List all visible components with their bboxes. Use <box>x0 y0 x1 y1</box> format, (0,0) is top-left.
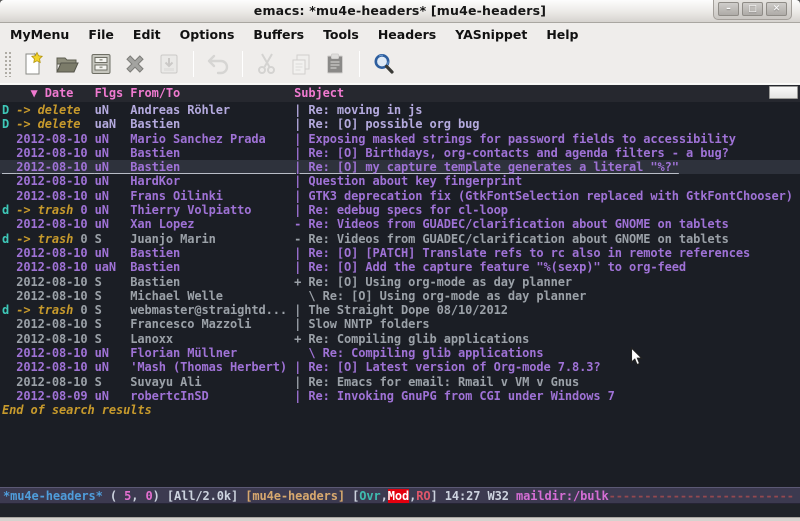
message-list: D -> delete uN Andreas Röhler | Re: movi… <box>0 103 800 403</box>
modeline-segment: RO <box>416 489 430 503</box>
save-as-icon <box>156 51 182 77</box>
message-row[interactable]: 2012-08-10 uN Mario Sanchez Prada | Expo… <box>0 132 800 146</box>
save-icon <box>88 51 114 77</box>
end-of-search-results: End of search results <box>0 403 800 417</box>
toolbar-buttons <box>16 49 401 79</box>
message-row[interactable]: 2012-08-09 uN robertcInSD | Re: Invoking… <box>0 389 800 403</box>
paste-button <box>320 49 350 79</box>
paste-icon <box>322 51 348 77</box>
message-row[interactable]: 2012-08-10 uN 'Mash (Thomas Herbert) | R… <box>0 360 800 374</box>
new-file-button[interactable] <box>18 49 48 79</box>
message-row[interactable]: 2012-08-10 uN Xan Lopez - Re: Videos fro… <box>0 217 800 231</box>
message-row[interactable]: 2012-08-10 uN Florian Müllner \ Re: Comp… <box>0 346 800 360</box>
emacs-buffer-area: ▼ Date Flgs From/To Subject D -> delete … <box>0 84 800 517</box>
modeline-segment: , <box>381 489 388 503</box>
maximize-button[interactable]: □ <box>742 2 763 16</box>
close-button[interactable]: ✕ <box>766 2 787 16</box>
window-title: emacs: *mu4e-headers* [mu4e-headers] <box>0 3 800 18</box>
toolbar-separator <box>242 51 243 77</box>
menu-item-mymenu[interactable]: MyMenu <box>10 27 69 42</box>
message-row[interactable]: 2012-08-10 S Bastien + Re: [O] Using org… <box>0 275 800 289</box>
mode-line[interactable]: *mu4e-headers* ( 5, 0) [All/2.0k] [mu4e-… <box>0 487 800 504</box>
search-button[interactable] <box>369 49 399 79</box>
message-row[interactable]: 2012-08-10 uN Frans Oilinki | GTK3 depre… <box>0 189 800 203</box>
message-row[interactable]: D -> delete uaN Bastien | Re: [O] possib… <box>0 117 800 131</box>
modeline-segment: Ovr <box>359 489 380 503</box>
message-row[interactable]: d -> trash 0 S Juanjo Marin - Re: Videos… <box>0 232 800 246</box>
message-row[interactable]: 2012-08-10 S Michael Welle \ Re: [O] Usi… <box>0 289 800 303</box>
modeline-segment: [ <box>345 489 359 503</box>
open-folder-icon <box>54 51 80 77</box>
title-bar: emacs: *mu4e-headers* [mu4e-headers] –□✕ <box>0 0 800 23</box>
menu-item-yasnippet[interactable]: YASnippet <box>455 27 527 42</box>
emacs-window: emacs: *mu4e-headers* [mu4e-headers] –□✕… <box>0 0 800 521</box>
window-frame-border <box>0 517 800 521</box>
open-folder-button[interactable] <box>52 49 82 79</box>
message-row[interactable]: 2012-08-10 S Francesco Mazzoli | Slow NN… <box>0 317 800 331</box>
modeline-segment: [mu4e-headers] <box>245 489 345 503</box>
copy-icon <box>288 51 314 77</box>
close-buffer-icon <box>122 51 148 77</box>
toolbar-grip-handle[interactable] <box>4 51 12 77</box>
new-file-icon <box>20 51 46 77</box>
modeline-segment: Mod <box>388 489 409 503</box>
menu-item-edit[interactable]: Edit <box>133 27 161 42</box>
close-buffer-button[interactable] <box>120 49 150 79</box>
menu-item-options[interactable]: Options <box>180 27 235 42</box>
modeline-segment: maildir:/bulk <box>516 489 609 503</box>
toolbar-separator <box>359 51 360 77</box>
message-row[interactable]: 2012-08-10 uN Bastien | Re: [O] Birthday… <box>0 146 800 160</box>
message-row[interactable]: 2012-08-10 S Suvayu Ali | Re: Emacs for … <box>0 375 800 389</box>
modeline-segment: ( <box>103 489 124 503</box>
window-controls: –□✕ <box>713 0 792 20</box>
message-row[interactable]: 2012-08-10 uN HardKor | Question about k… <box>0 174 800 188</box>
message-row[interactable]: d -> trash 0 S webmaster@straightd... | … <box>0 303 800 317</box>
menu-item-headers[interactable]: Headers <box>378 27 436 42</box>
modeline-segment: 0 <box>146 489 153 503</box>
headers-column-header[interactable]: ▼ Date Flgs From/To Subject <box>0 85 800 102</box>
menu-item-buffers[interactable]: Buffers <box>253 27 304 42</box>
message-row[interactable]: d -> trash 0 uN Thierry Volpiatto | Re: … <box>0 203 800 217</box>
modeline-segment: -------------------------- <box>609 489 794 503</box>
copy-button <box>286 49 316 79</box>
toolbar-separator <box>193 51 194 77</box>
save-as-button <box>154 49 184 79</box>
modeline-segment: ) [All/2.0k] <box>153 489 246 503</box>
undo-button <box>203 49 233 79</box>
save-button[interactable] <box>86 49 116 79</box>
message-row[interactable]: 2012-08-10 uN Bastien | Re: [O] my captu… <box>0 160 800 174</box>
modeline-segment: ] 14:27 W32 <box>431 489 517 503</box>
menu-item-file[interactable]: File <box>88 27 114 42</box>
search-icon <box>371 51 397 77</box>
modeline-segment: *mu4e-headers* <box>3 489 103 503</box>
message-row[interactable]: 2012-08-10 uN Bastien | Re: [O] [PATCH] … <box>0 246 800 260</box>
message-row[interactable]: D -> delete uN Andreas Röhler | Re: movi… <box>0 103 800 117</box>
echo-area <box>0 504 800 517</box>
cut-icon <box>254 51 280 77</box>
scrollbar-thumb[interactable] <box>769 86 798 99</box>
message-row[interactable]: 2012-08-10 S Lanoxx + Re: Compiling glib… <box>0 332 800 346</box>
modeline-segment: , <box>131 489 145 503</box>
menu-bar: MyMenu File Edit Options Buffers Tools Headers… <box>0 23 800 45</box>
message-row[interactable]: 2012-08-10 uaN Bastien | Re: [O] Add the… <box>0 260 800 274</box>
cut-button <box>252 49 282 79</box>
menu-item-tools[interactable]: Tools <box>323 27 359 42</box>
toolbar <box>0 45 800 84</box>
minimize-button[interactable]: – <box>718 2 739 16</box>
menu-item-help[interactable]: Help <box>546 27 578 42</box>
undo-icon <box>205 51 231 77</box>
